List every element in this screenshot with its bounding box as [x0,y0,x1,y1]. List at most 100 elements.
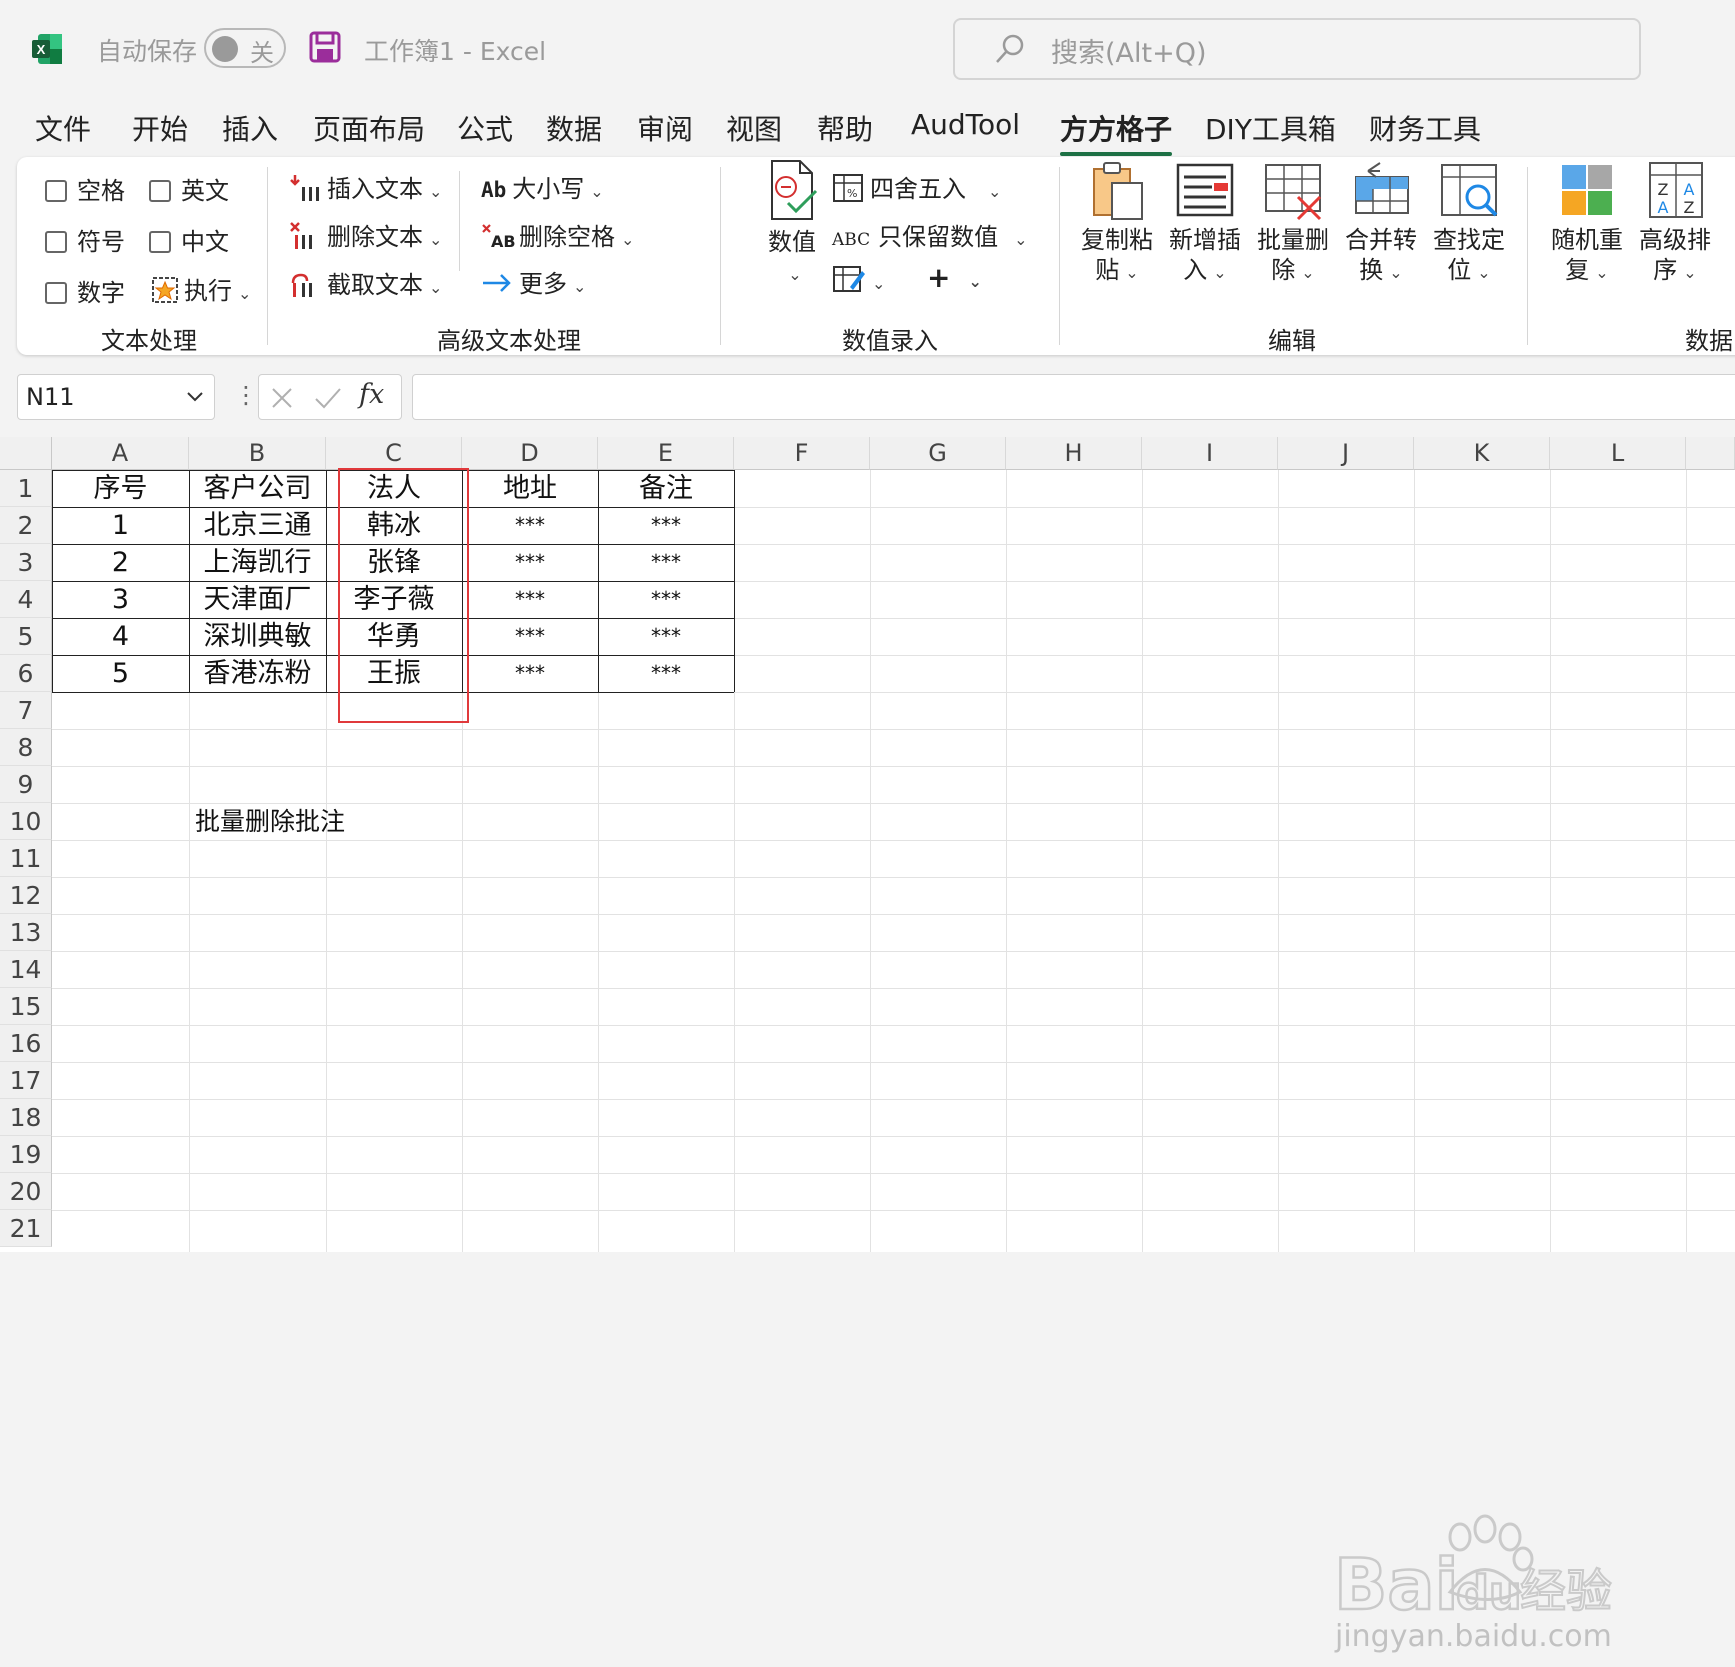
round-button[interactable]: % 四舍五入 ⌄ [832,169,1001,204]
value-button[interactable]: 数值 ⌄ [752,157,832,290]
checkbox-symbol[interactable]: 符号 [45,222,125,257]
checkbox-space[interactable]: 空格 [45,171,125,206]
tab-review[interactable]: 审阅 [637,108,693,148]
name-box[interactable]: N11 [17,374,215,420]
find-locate-button[interactable]: 查找定位 ⌄ [1429,159,1509,288]
column-header[interactable]: F [734,437,870,470]
column-header[interactable]: I [1142,437,1278,470]
tab-insert[interactable]: 插入 [222,108,278,148]
confirm-icon[interactable] [313,385,343,411]
formula-input[interactable] [412,374,1735,420]
checkbox-english[interactable]: 英文 [149,171,229,206]
table-cell[interactable]: *** [598,618,734,655]
table-header-cell[interactable]: 备注 [598,470,734,507]
column-header[interactable]: E [598,437,734,470]
random-repeat-button[interactable]: 随机重复 ⌄ [1547,159,1627,288]
row-header[interactable]: 9 [0,766,52,803]
table-header-cell[interactable]: 序号 [52,470,189,507]
insert-text-button[interactable]: 插入文本 ⌄ [289,169,442,204]
row-header[interactable]: 12 [0,877,52,914]
column-header[interactable]: J [1278,437,1414,470]
row-header[interactable]: 8 [0,729,52,766]
table-cell[interactable]: 北京三通 [189,507,326,544]
merge-convert-button[interactable]: 合并转换 ⌄ [1341,159,1421,288]
table-cell[interactable]: *** [462,655,598,692]
table-cell[interactable]: *** [598,581,734,618]
column-header-overflow[interactable] [1686,437,1735,470]
advanced-sort-button[interactable]: Z A A Z 高级排序 ⌄ [1635,159,1715,288]
row-header[interactable]: 6 [0,655,52,692]
column-header[interactable]: G [870,437,1006,470]
plus-button[interactable]: + ⌄ [927,261,982,294]
column-header[interactable]: L [1550,437,1686,470]
cancel-icon[interactable] [269,385,295,411]
save-icon[interactable] [308,30,342,64]
table-cell[interactable]: 4 [52,618,189,655]
tab-fangfanggezi[interactable]: 方方格子 [1060,108,1173,156]
tab-formulas[interactable]: 公式 [457,108,513,148]
autosave-toggle[interactable]: 关 [204,28,286,68]
new-insert-button[interactable]: 新增插入 ⌄ [1165,159,1245,288]
tab-file[interactable]: 文件 [35,108,91,148]
insert-function-icon[interactable]: fx [359,379,384,410]
column-header[interactable]: C [326,437,462,470]
more-options-icon[interactable]: ⋮ [234,381,258,409]
tab-view[interactable]: 视图 [726,108,782,148]
row-header[interactable]: 4 [0,581,52,618]
row-header[interactable]: 1 [0,470,52,507]
checkbox-chinese[interactable]: 中文 [149,222,229,257]
table-cell[interactable]: *** [598,655,734,692]
row-header[interactable]: 17 [0,1062,52,1099]
row-header[interactable]: 7 [0,692,52,729]
delete-space-button[interactable]: AB 删除空格 ⌄ [481,217,634,252]
table-header-cell[interactable]: 法人 [326,470,462,507]
table-cell[interactable]: *** [462,544,598,581]
batch-delete-button[interactable]: 批量删除 ⌄ [1253,159,1333,288]
copy-paste-button[interactable]: 复制粘贴 ⌄ [1077,159,1157,288]
column-header[interactable]: H [1006,437,1142,470]
row-header[interactable]: 19 [0,1136,52,1173]
cell-b10[interactable]: 批量删除批注 [195,803,345,840]
tab-help[interactable]: 帮助 [817,108,873,148]
table-cell[interactable]: *** [462,507,598,544]
table-cell[interactable]: 韩冰 [326,507,462,544]
select-all-corner[interactable] [0,437,52,470]
tab-diy-toolbox[interactable]: DIY工具箱 [1205,108,1336,148]
row-header[interactable]: 10 [0,803,52,840]
row-header[interactable]: 14 [0,951,52,988]
row-header[interactable]: 15 [0,988,52,1025]
case-button[interactable]: Ab 大小写 ⌄ [481,169,604,204]
table-cell[interactable]: 天津面厂 [189,581,326,618]
table-cell[interactable]: 2 [52,544,189,581]
column-header[interactable]: D [462,437,598,470]
more-button[interactable]: 更多 ⌄ [481,264,586,299]
column-header[interactable]: B [189,437,326,470]
row-header[interactable]: 16 [0,1025,52,1062]
tab-data[interactable]: 数据 [546,108,602,148]
table-cell[interactable]: 华勇 [326,618,462,655]
table-cell[interactable]: *** [598,507,734,544]
table-cell[interactable]: 张锋 [326,544,462,581]
table-header-cell[interactable]: 地址 [462,470,598,507]
row-header[interactable]: 18 [0,1099,52,1136]
tab-page-layout[interactable]: 页面布局 [313,108,425,148]
tab-finance-tools[interactable]: 财务工具 [1369,108,1481,148]
checkbox-number[interactable]: 数字 [45,273,125,308]
table-cell[interactable]: 1 [52,507,189,544]
row-header[interactable]: 21 [0,1210,52,1247]
table-cell[interactable]: *** [462,618,598,655]
table-cell[interactable]: 上海凯行 [189,544,326,581]
search-box[interactable]: 搜索(Alt+Q) [953,18,1641,80]
table-cell[interactable]: 王振 [326,655,462,692]
table-cell[interactable]: 深圳典敏 [189,618,326,655]
tab-audtool[interactable]: AudTool [911,108,1020,141]
table-cell[interactable]: *** [598,544,734,581]
row-header[interactable]: 11 [0,840,52,877]
table-cell[interactable]: 李子薇 [326,581,462,618]
tab-home[interactable]: 开始 [132,108,188,148]
table-cell[interactable]: 5 [52,655,189,692]
keep-values-button[interactable]: ABC 只保留数值 ⌄ [832,217,1028,252]
column-header[interactable]: K [1414,437,1550,470]
column-header[interactable]: A [52,437,189,470]
table-cell[interactable]: 3 [52,581,189,618]
